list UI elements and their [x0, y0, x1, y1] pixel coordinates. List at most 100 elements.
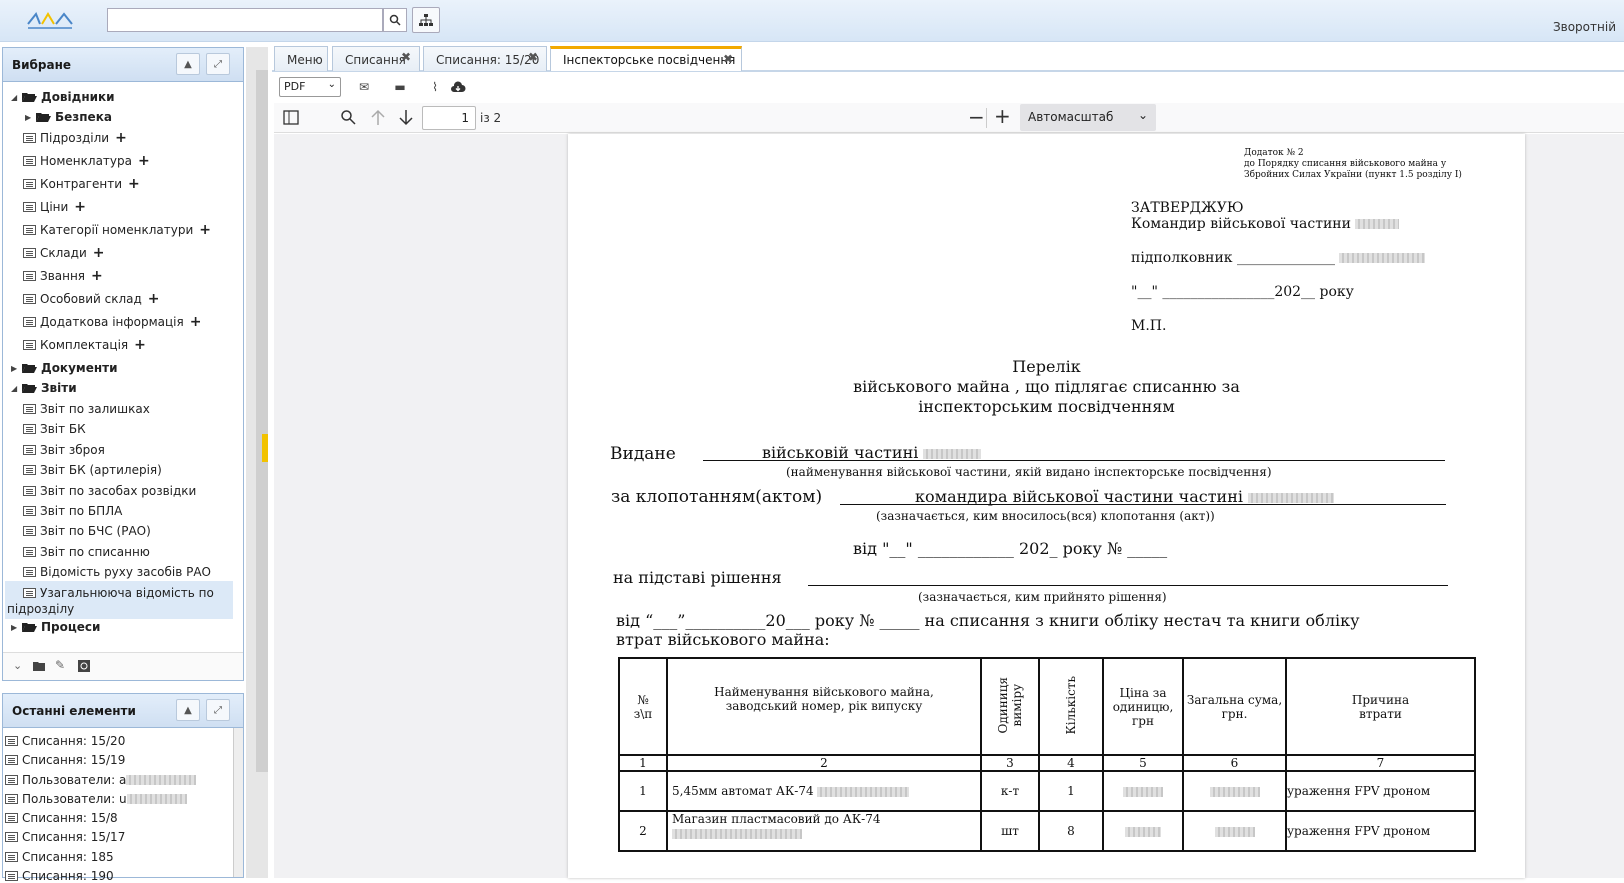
close-icon[interactable]: ✖ [528, 50, 538, 64]
pdf-viewer[interactable]: Додаток № 2 до Порядку списання військов… [274, 134, 1624, 878]
tree-item-label: Додаткова інформація [40, 315, 184, 329]
cloud-download-icon[interactable] [450, 79, 466, 95]
edit-icon[interactable]: ✎ [55, 658, 65, 672]
tree-item-dokumenty[interactable]: ▶ Документи [11, 361, 118, 375]
tree-item-nomenklatura[interactable]: Номенклатура + [23, 153, 150, 169]
tree-item-tsiny[interactable]: Ціни + [23, 199, 86, 215]
archive-icon[interactable]: ▬ [392, 79, 408, 95]
report-icon [23, 506, 36, 516]
tree-item-report[interactable]: Звіт по засобах розвідки [23, 484, 196, 498]
tree-item-dodatkova-info[interactable]: Додаткова інформація + [23, 314, 201, 330]
tree-item-label: Склади [40, 246, 87, 260]
attachment-icon[interactable]: ⌇ [427, 79, 443, 95]
header-cell: Найменування військового майна, заводськ… [666, 657, 982, 756]
collapse-all-icon[interactable]: ⌄ [13, 659, 22, 672]
feedback-link[interactable]: Зворотній [1553, 20, 1616, 34]
tree-item-kontrahenty[interactable]: Контрагенти + [23, 176, 140, 192]
folder-icon[interactable] [33, 661, 45, 671]
writeoff-line: втрат військового майна: [616, 630, 830, 649]
tree-item-report[interactable]: Звіт по залишках [23, 402, 150, 416]
list-icon [23, 179, 36, 189]
recent-panel: Останні елементи ▲ ⤢ Списання: 15/20 Спи… [2, 693, 244, 883]
page-number-input[interactable]: 1 [422, 106, 476, 130]
tree-item-report[interactable]: Звіт БК [23, 422, 86, 436]
add-icon[interactable]: + [199, 222, 211, 238]
tree-item-bezpeka[interactable]: ▶ Безпека [25, 110, 112, 124]
tree-item-report[interactable]: Звіт по БПЛА [23, 504, 122, 518]
header-cell: Одиниця виміру [980, 657, 1040, 756]
expand-button[interactable]: ⤢ [206, 699, 230, 721]
recent-item[interactable]: Пользователи: a [5, 773, 197, 787]
tree-item-label: Звання [40, 269, 86, 283]
add-icon[interactable]: + [91, 268, 103, 284]
arrow-down-icon[interactable] [398, 109, 414, 126]
search-icon[interactable] [340, 109, 356, 125]
report-icon [23, 547, 36, 557]
add-icon[interactable]: + [74, 199, 86, 215]
list-icon [5, 832, 18, 842]
email-icon[interactable]: ✉ [356, 79, 372, 95]
recent-item[interactable]: Списання: 15/19 [5, 753, 125, 767]
collapse-button[interactable]: ▲ [176, 699, 200, 721]
global-search-input[interactable] [107, 8, 383, 32]
refresh-icon[interactable] [78, 660, 90, 672]
recent-item-label: Списання: 190 [22, 869, 114, 883]
tab-inspector-certificate[interactable]: Інспекторське посвідчення ✖ [550, 46, 742, 71]
tree-item-osobovyi-sklad[interactable]: Особовий склад + [23, 291, 160, 307]
tree-item-label: Ціни [40, 200, 69, 214]
arrow-up-icon[interactable] [370, 109, 386, 126]
commander-text: Командир військової частини [1131, 216, 1351, 232]
tree-item-report[interactable]: Відомість руху засобів РАО [23, 565, 211, 579]
recent-item[interactable]: Списання: 190 [5, 869, 114, 883]
tree-item-zvity[interactable]: ◢ Звіти [11, 381, 77, 395]
add-icon[interactable]: + [134, 337, 146, 353]
from-line: від "__" ____________ 202_ року № _____ [853, 539, 1168, 558]
add-icon[interactable]: + [93, 245, 105, 261]
recent-item[interactable]: Списання: 15/8 [5, 811, 118, 825]
recent-item[interactable]: Списання: 185 [5, 850, 114, 864]
tree-item-label: Звіт зброя [40, 443, 105, 457]
search-button[interactable] [383, 8, 407, 32]
tab-menu[interactable]: Меню [274, 46, 328, 71]
tab-spysannia[interactable]: Списання ✖ [332, 46, 420, 71]
expand-button[interactable]: ⤢ [206, 53, 230, 75]
close-icon[interactable]: ✖ [723, 52, 733, 66]
items-table: № з\п Найменування військового майна, за… [618, 657, 1476, 852]
format-select[interactable]: PDF ⌄ [279, 77, 341, 97]
tree-item-zvannia[interactable]: Звання + [23, 268, 103, 284]
close-icon[interactable]: ✖ [401, 50, 411, 64]
splitter-handle[interactable] [262, 434, 268, 462]
structure-button[interactable] [412, 7, 440, 33]
number-cell: 1 [618, 754, 668, 772]
tree-item-sklady[interactable]: Склади + [23, 245, 104, 261]
splitter-bar[interactable] [256, 70, 268, 772]
tree-item-pidrozdily[interactable]: Підрозділи + [23, 130, 127, 146]
tree-item-report[interactable]: Звіт зброя [23, 443, 105, 457]
table-number-row: 1 2 3 4 5 6 7 [618, 754, 1476, 772]
add-icon[interactable]: + [138, 153, 150, 169]
list-icon [23, 202, 36, 212]
collapse-button[interactable]: ▲ [176, 53, 200, 75]
zoom-in-icon[interactable]: + [994, 104, 1011, 128]
zoom-out-icon[interactable]: − [968, 105, 985, 129]
sidebar-toggle-icon[interactable] [283, 110, 299, 125]
tree-item-report[interactable]: Узагальнююча відомість по [23, 586, 214, 600]
tree-item-report[interactable]: Звіт БК (артилерія) [23, 463, 162, 477]
add-icon[interactable]: + [148, 291, 160, 307]
tree-item-protsesy[interactable]: ▶ Процеси [11, 620, 100, 634]
tree-item-report[interactable]: Звіт по БЧС (РАО) [23, 524, 151, 538]
recent-item[interactable]: Списання: 15/20 [5, 734, 125, 748]
recent-item[interactable]: Списання: 15/17 [5, 830, 125, 844]
add-icon[interactable]: + [190, 314, 202, 330]
tree-item-report[interactable]: Звіт по списанню [23, 545, 150, 559]
tree-item-komplektatsiia[interactable]: Комплектація + [23, 337, 146, 353]
add-icon[interactable]: + [128, 176, 140, 192]
app-logo-icon[interactable] [26, 8, 74, 32]
tab-spysannia-15-20[interactable]: Списання: 15/20 ✖ [423, 46, 547, 71]
zoom-select[interactable]: Автомасштаб ⌄ [1020, 104, 1156, 131]
tree-item-katehorii[interactable]: Категорії номенклатури + [23, 222, 211, 238]
tree-item-dovidnyky[interactable]: ◢ Довідники [11, 90, 115, 104]
recent-scrollbar[interactable] [233, 728, 243, 877]
recent-item[interactable]: Пользователи: u [5, 792, 187, 806]
add-icon[interactable]: + [115, 130, 127, 146]
